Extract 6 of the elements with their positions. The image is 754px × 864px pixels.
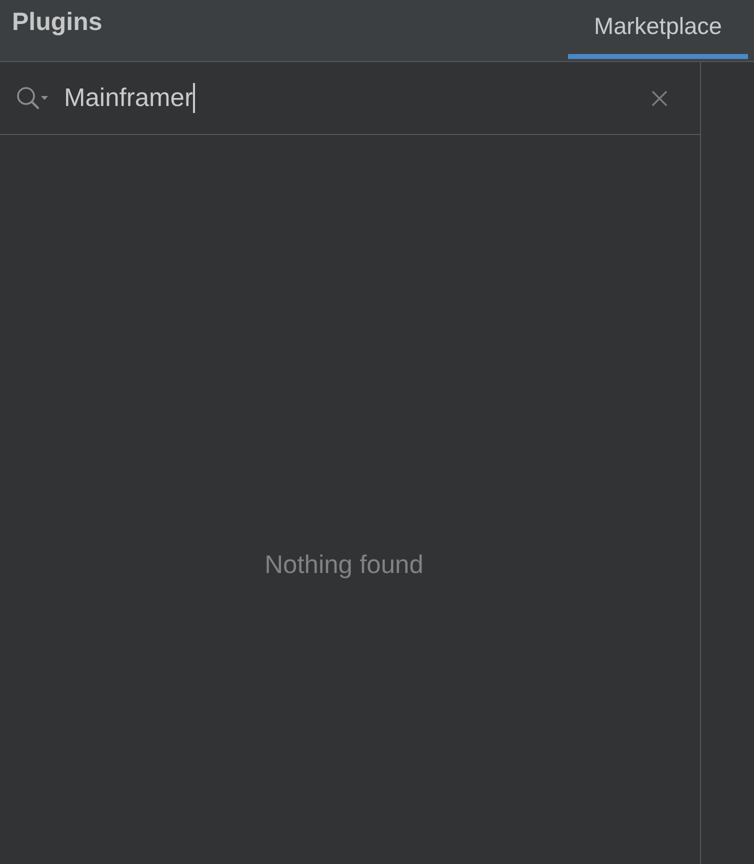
close-icon (652, 90, 667, 106)
panel-title: Plugins (12, 8, 102, 36)
clear-search-button[interactable] (652, 90, 667, 106)
search-icon[interactable] (16, 85, 48, 111)
empty-results-message: Nothing found (264, 551, 424, 579)
search-input[interactable]: Mainframer (64, 83, 652, 113)
